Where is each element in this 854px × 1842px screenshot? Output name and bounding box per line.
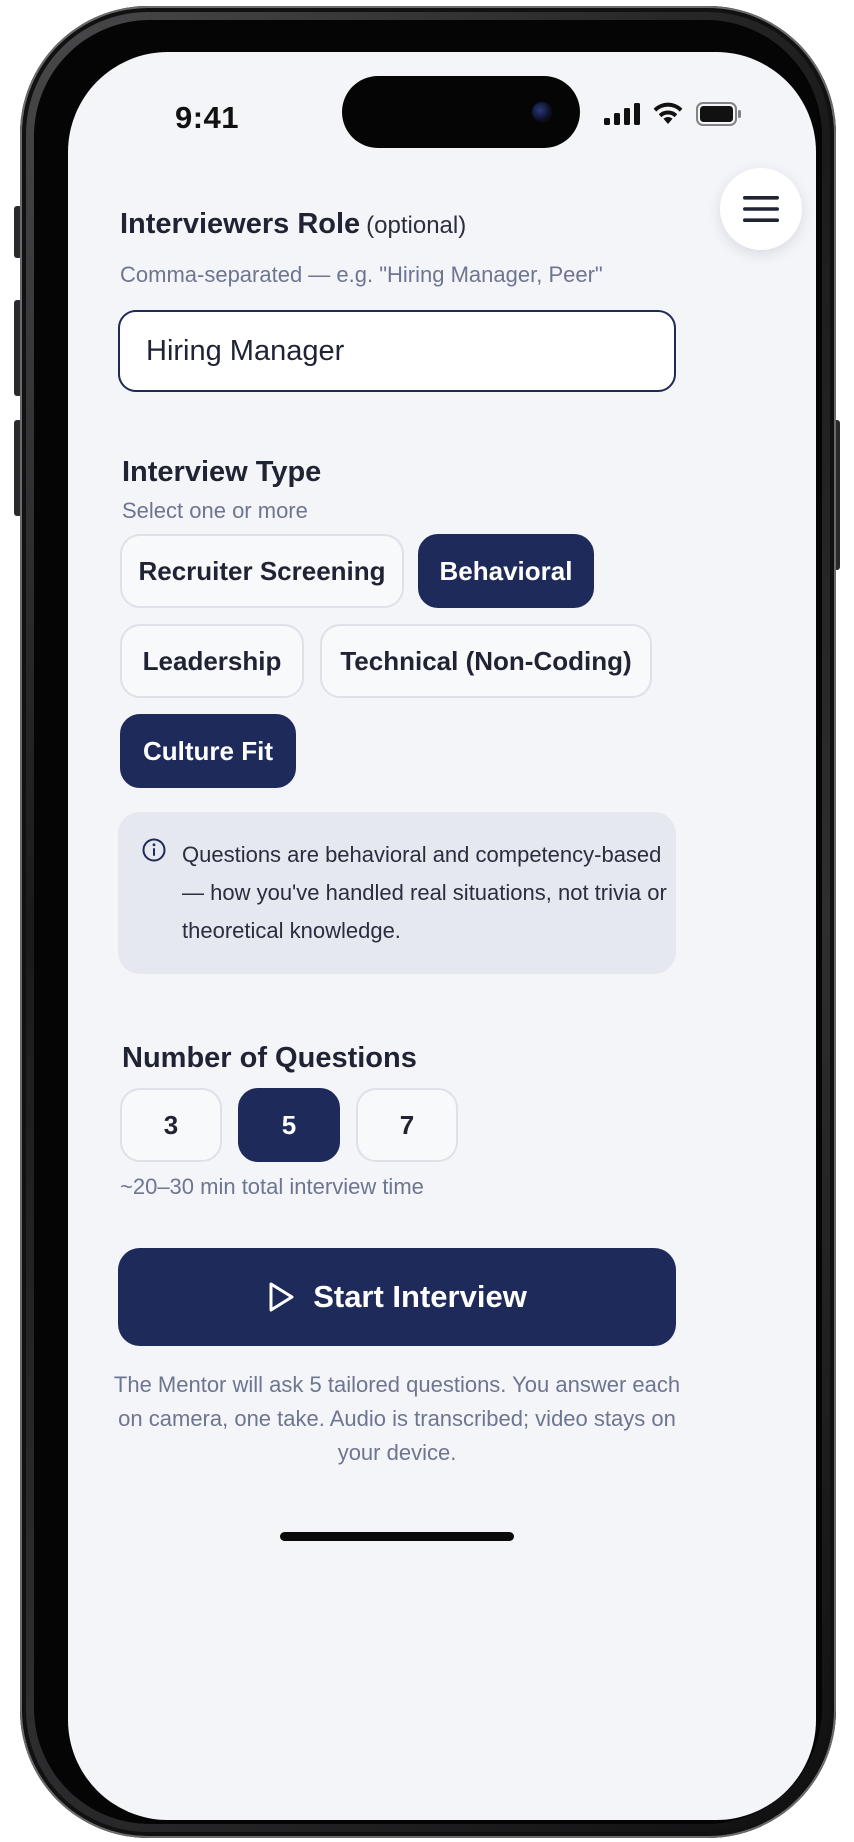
question-count-7[interactable]: 7	[356, 1088, 458, 1162]
interviewer-role-label: Interviewers Role (optional)	[120, 208, 466, 241]
start-interview-label: Start Interview	[313, 1279, 527, 1314]
start-interview-button[interactable]: Start Interview	[118, 1248, 676, 1346]
hamburger-menu-icon	[743, 196, 779, 222]
battery-icon	[696, 102, 741, 126]
chip-culture-fit[interactable]: Culture Fit	[120, 714, 296, 788]
chip-technical-non-coding[interactable]: Technical (Non-Coding)	[320, 624, 652, 698]
optional-tag: (optional)	[366, 212, 467, 239]
phone-frame: 9:41 Interviewers Role (optional) Comma-…	[20, 6, 836, 1838]
cellular-signal-icon	[604, 103, 640, 125]
question-count-5[interactable]: 5	[238, 1088, 340, 1162]
question-count-label: Number of Questions	[122, 1042, 417, 1074]
info-circle-icon	[142, 838, 166, 862]
wifi-icon	[653, 102, 683, 124]
interview-type-label: Interview Type	[122, 456, 322, 488]
play-icon	[269, 1282, 294, 1312]
footer-note: The Mentor will ask 5 tailored questions…	[113, 1372, 681, 1465]
phone-bezel: 9:41 Interviewers Role (optional) Comma-…	[34, 20, 822, 1824]
device-mockup: 9:41 Interviewers Role (optional) Comma-…	[0, 0, 854, 1842]
dynamic-island	[342, 76, 580, 148]
interviewer-role-input[interactable]	[118, 310, 676, 392]
status-time: 9:41	[174, 100, 240, 135]
interviewer-role-title: Interviewers Role	[120, 208, 361, 240]
status-icons	[604, 98, 742, 130]
interviewer-role-hint: Comma-separated — e.g. "Hiring Manager, …	[120, 262, 603, 287]
home-indicator	[280, 1532, 514, 1541]
question-count-3[interactable]: 3	[120, 1088, 222, 1162]
chip-recruiter-screening[interactable]: Recruiter Screening	[120, 534, 404, 608]
interview-type-info: Questions are behavioral and competency-…	[118, 812, 676, 974]
front-camera	[532, 102, 552, 122]
info-text: Questions are behavioral and competency-…	[182, 842, 667, 943]
question-count-hint: ~20–30 min total interview time	[120, 1174, 424, 1199]
menu-button[interactable]	[720, 168, 802, 250]
app-screen: 9:41 Interviewers Role (optional) Comma-…	[68, 52, 816, 1820]
chip-behavioral[interactable]: Behavioral	[418, 534, 594, 608]
chip-leadership[interactable]: Leadership	[120, 624, 304, 698]
interview-type-hint: Select one or more	[122, 498, 308, 523]
